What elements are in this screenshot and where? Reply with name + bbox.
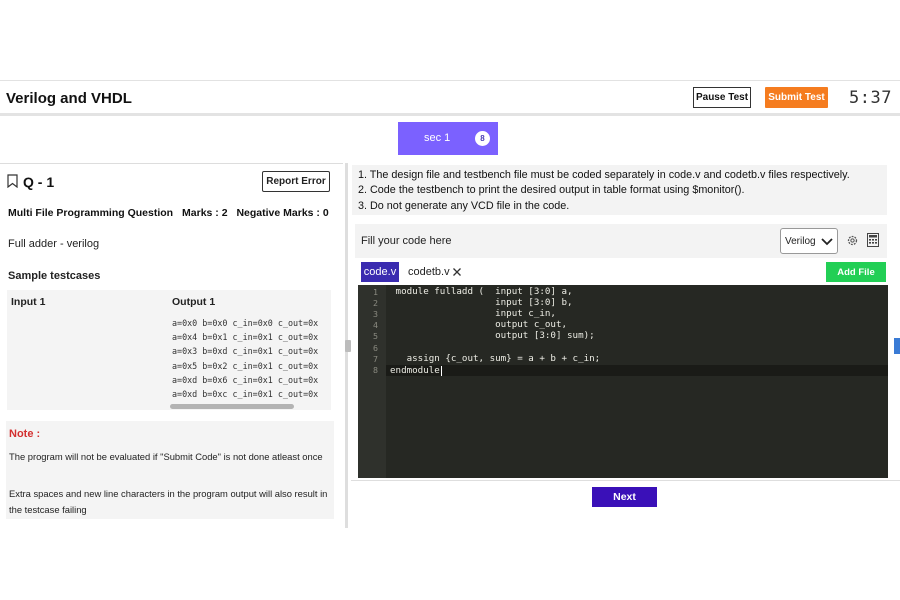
text-cursor [441,366,442,376]
question-title: Q - 1 [23,174,55,190]
next-button[interactable]: Next [592,487,657,507]
instruction-line: 1. The design file and testbench file mu… [358,169,850,181]
tab-code-v[interactable]: code.v [361,262,399,282]
output-line: a=0x4 b=0x1 c_in=0x1 c_out=0x [172,332,319,343]
side-panel-toggle[interactable] [894,338,900,354]
fill-code-label: Fill your code here [361,235,452,247]
question-type: Multi File Programming Question [8,207,174,219]
line-number: 4 [373,320,378,330]
editor-header: Fill your code here Verilog [355,224,887,258]
chevron-down-icon [821,238,833,246]
gear-icon[interactable] [846,234,859,247]
sample-testcases-title: Sample testcases [8,270,101,282]
report-error-button[interactable]: Report Error [262,171,330,192]
negative-marks: Negative Marks : 0 [236,207,329,219]
line-number: 8 [373,365,378,375]
line-number: 7 [373,354,378,364]
bookmark-icon[interactable] [7,174,18,188]
instruction-line: 3. Do not generate any VCD file in the c… [358,200,570,212]
submit-test-button[interactable]: Submit Test [765,87,828,108]
note-title: Note : [9,428,41,440]
code-line: module fulladd ( input [3:0] a, [390,286,573,297]
testcase-box[interactable]: Input 1 Output 1 a=0x0 b=0x0 c_in=0x0 c_… [7,290,331,410]
close-icon[interactable] [452,267,462,277]
output-line: a=0xd b=0xc c_in=0x1 c_out=0x [172,388,319,399]
code-line: input [3:0] b, [390,297,573,308]
marks: Marks : 2 [182,207,228,219]
line-number-gutter: 1 2 3 4 5 6 7 8 [358,285,386,478]
resize-handle[interactable] [345,340,351,352]
code-line: output c_out, [390,319,568,330]
output-label: Output 1 [172,296,216,308]
code-line: input c_in, [390,308,556,319]
output-line: a=0x3 b=0xd c_in=0x1 c_out=0x [172,346,319,357]
divider [351,480,900,481]
active-line-highlight [386,365,888,376]
language-select[interactable]: Verilog [780,228,838,254]
tab-codetb-v[interactable]: codetb.v [404,262,470,282]
question-meta: Multi File Programming Question Marks : … [8,207,335,219]
line-number: 6 [373,343,378,353]
line-number: 3 [373,309,378,319]
output-line: a=0x0 b=0x0 c_in=0x0 c_out=0x [172,318,319,328]
language-value: Verilog [785,235,816,247]
instructions-box: 1. The design file and testbench file mu… [352,165,887,215]
output-lines: a=0x0 b=0x0 c_in=0x0 c_out=0x a=0x4 b=0x… [172,318,318,403]
top-bar: Verilog and VHDL Pause Test Submit Test … [0,80,900,116]
line-number: 2 [373,298,378,308]
horizontal-scrollbar[interactable] [170,404,294,409]
note-text: The program will not be evaluated if "Su… [9,451,323,462]
output-line: a=0xd b=0x6 c_in=0x1 c_out=0x [172,374,319,385]
output-line: a=0x5 b=0x2 c_in=0x1 c_out=0x [172,360,319,371]
calculator-icon[interactable] [867,233,879,247]
tab-label: codetb.v [408,266,450,278]
section-label: sec 1 [424,132,451,144]
note-box: Note : The program will not be evaluated… [6,421,334,519]
section-count-badge: 8 [475,131,490,146]
input-label: Input 1 [11,296,46,308]
instruction-line: 2. Code the testbench to print the desir… [358,184,745,196]
line-number: 1 [373,287,378,297]
code-line: endmodule [390,365,440,376]
code-editor[interactable]: 1 2 3 4 5 6 7 8 module fulladd ( input [… [358,285,888,478]
code-line: output [3:0] sum); [390,330,595,341]
add-file-button[interactable]: Add File [826,262,886,282]
page-title: Verilog and VHDL [6,90,132,107]
note-text: Extra spaces and new line characters in … [9,488,328,515]
section-tab[interactable]: sec 1 8 [398,122,498,155]
line-number: 5 [373,331,378,341]
pause-test-button[interactable]: Pause Test [693,87,751,108]
timer: 5:37 [849,88,892,108]
question-description: Full adder - verilog [8,238,100,250]
code-line: assign {c_out, sum} = a + b + c_in; [390,353,601,364]
